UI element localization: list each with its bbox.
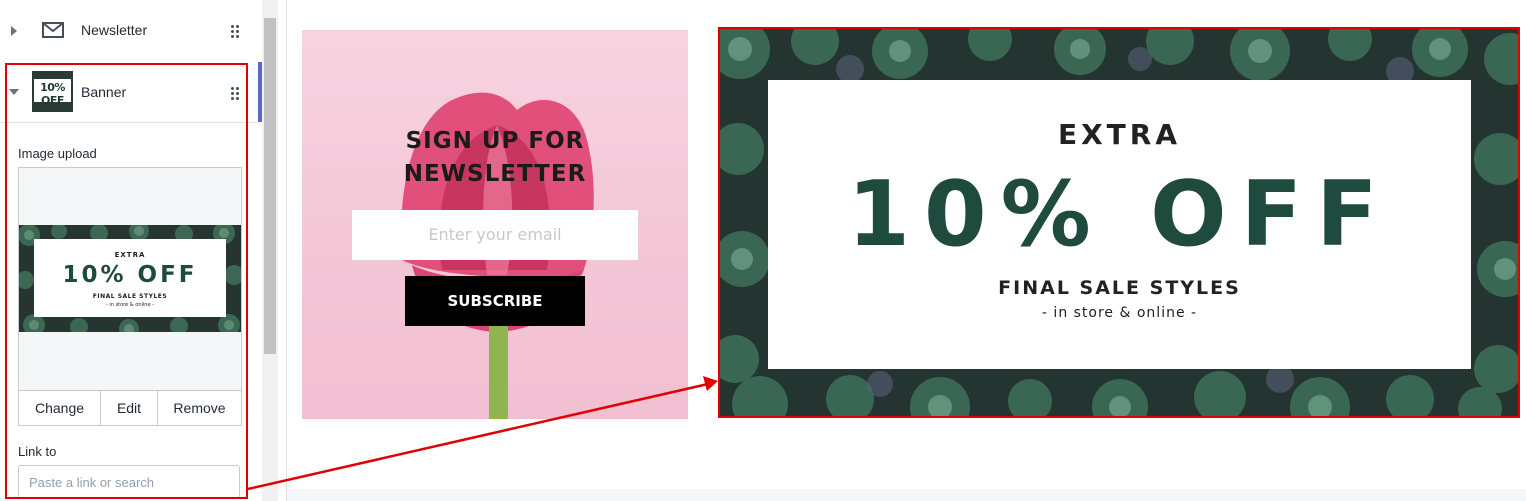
section-label-newsletter: Newsletter (81, 22, 148, 38)
section-label-banner: Banner (81, 84, 127, 100)
remove-image-button[interactable]: Remove (158, 391, 241, 425)
image-actions: Change Edit Remove (18, 390, 242, 426)
banner-discount-text: 10% OFF (847, 162, 1392, 267)
mini-extra-text: EXTRA (114, 251, 146, 259)
mini-banner-card: EXTRA 10% OFF FINAL SALE STYLES - in sto… (34, 239, 226, 317)
divider (0, 122, 258, 123)
preview-bottom-strip (287, 489, 1526, 501)
preview-divider (286, 0, 287, 501)
newsletter-email-input[interactable]: Enter your email (352, 210, 638, 260)
banner-thumbnail: 10% OFF (32, 71, 73, 112)
drag-handle-icon[interactable] (231, 25, 239, 38)
mini-tagline-text: - in store & online - (106, 302, 154, 308)
tulip-stem (489, 320, 508, 419)
link-to-label: Link to (18, 444, 57, 459)
banner-extra-text: EXTRA (1057, 118, 1182, 151)
section-newsletter[interactable]: Newsletter (0, 10, 258, 52)
drag-handle-icon[interactable] (231, 87, 239, 100)
change-image-button[interactable]: Change (19, 391, 101, 425)
subscribe-button[interactable]: SUBSCRIBE (405, 276, 585, 326)
mini-subtitle-text: FINAL SALE STYLES (92, 293, 168, 300)
mini-discount-text: 10% OFF (62, 262, 198, 288)
theme-editor-sidebar: Newsletter 10% OFF Banner Image upload E… (0, 0, 262, 501)
newsletter-block: SIGN UP FOR NEWSLETTER Enter your email … (302, 30, 688, 419)
newsletter-title-line1: SIGN UP FOR (405, 128, 585, 154)
newsletter-title: SIGN UP FOR NEWSLETTER (302, 125, 688, 191)
mail-icon (42, 22, 64, 38)
thumbnail-text: 10% OFF (40, 81, 65, 107)
newsletter-title-line2: NEWSLETTER (403, 161, 587, 187)
sidebar-scrollbar-thumb[interactable] (264, 18, 276, 354)
banner-tagline-text: - in store & online - (1041, 305, 1198, 321)
banner-subtitle-text: FINAL SALE STYLES (998, 277, 1241, 299)
banner-block[interactable]: EXTRA 10% OFF FINAL SALE STYLES - in sto… (720, 29, 1519, 417)
link-input[interactable]: Paste a link or search (18, 465, 240, 499)
chevron-right-icon[interactable] (11, 26, 17, 36)
image-upload-label: Image upload (18, 146, 97, 161)
banner-card: EXTRA 10% OFF FINAL SALE STYLES - in sto… (768, 80, 1471, 369)
edit-image-button[interactable]: Edit (101, 391, 158, 425)
image-upload-preview[interactable]: EXTRA 10% OFF FINAL SALE STYLES - in sto… (18, 167, 242, 392)
chevron-down-icon[interactable] (9, 89, 19, 95)
banner-image-thumbnail: EXTRA 10% OFF FINAL SALE STYLES - in sto… (19, 225, 241, 332)
section-banner[interactable]: 10% OFF Banner (0, 66, 258, 122)
